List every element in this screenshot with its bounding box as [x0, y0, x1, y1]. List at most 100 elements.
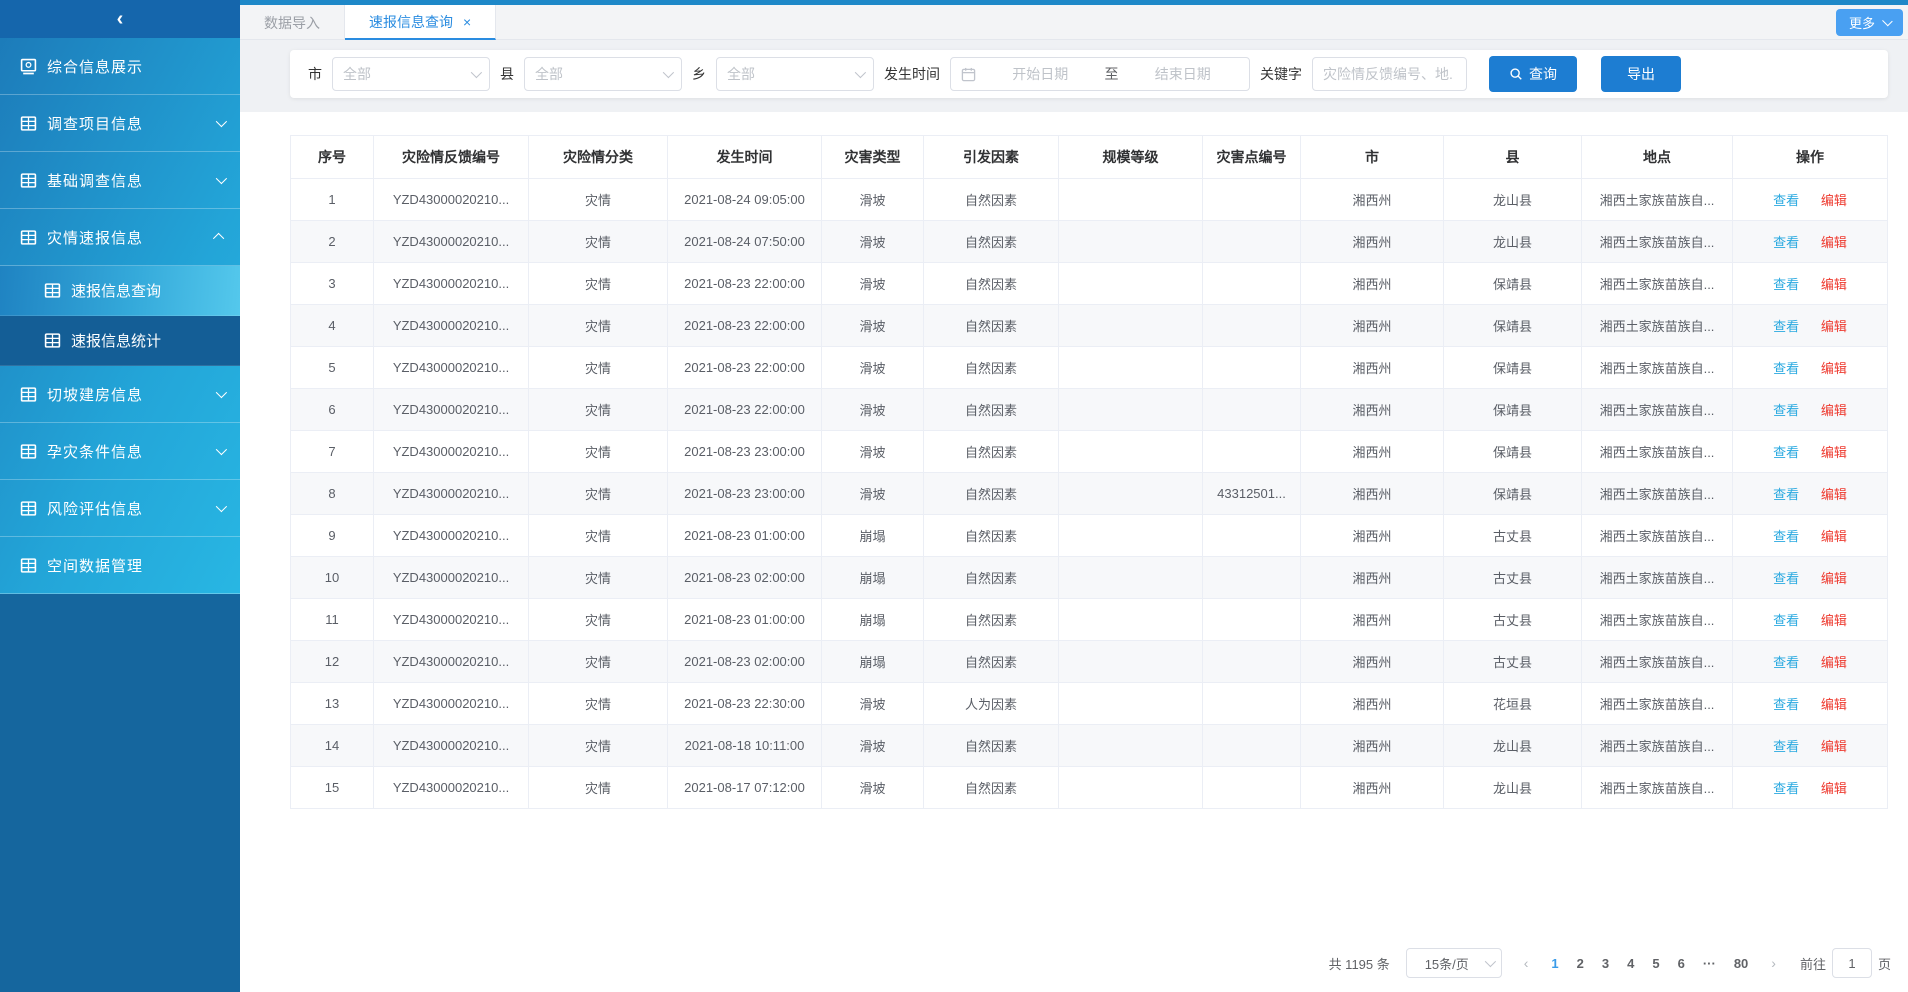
tab-data-import[interactable]: 数据导入	[240, 5, 345, 40]
cell-cause: 自然因素	[924, 725, 1059, 767]
sidebar-item-hazard-conditions[interactable]: 孕灾条件信息	[0, 423, 240, 480]
date-range-picker[interactable]: 至	[950, 57, 1250, 91]
edit-link[interactable]: 编辑	[1821, 403, 1847, 418]
sidebar-collapse-button[interactable]: ‹	[0, 0, 240, 38]
view-link[interactable]: 查看	[1773, 193, 1799, 208]
table-row: 14 YZD43000020210... 灾情 2021-08-18 10:11…	[291, 725, 1888, 767]
cell-occur-time: 2021-08-23 22:30:00	[668, 683, 822, 725]
view-link[interactable]: 查看	[1773, 361, 1799, 376]
cell-scale	[1059, 263, 1203, 305]
view-link[interactable]: 查看	[1773, 235, 1799, 250]
edit-link[interactable]: 编辑	[1821, 571, 1847, 586]
main-area: 数据导入 速报信息查询 × 更多 市 全部 县 全部 乡 全部	[240, 0, 1908, 992]
keyword-input[interactable]	[1312, 57, 1467, 91]
edit-link[interactable]: 编辑	[1821, 739, 1847, 754]
cell-occur-time: 2021-08-23 01:00:00	[668, 599, 822, 641]
cell-scale	[1059, 641, 1203, 683]
col-disaster-type: 灾害类型	[822, 136, 924, 179]
cell-cause: 自然因素	[924, 641, 1059, 683]
view-link[interactable]: 查看	[1773, 739, 1799, 754]
chevron-down-icon	[663, 67, 674, 78]
sidebar-subitem-report-stats[interactable]: 速报信息统计	[0, 316, 240, 366]
cell-county: 古丈县	[1444, 515, 1582, 557]
sidebar-item-risk-assessment[interactable]: 风险评估信息	[0, 480, 240, 537]
sidebar-item-overview[interactable]: 综合信息展示	[0, 38, 240, 95]
table-row: 1 YZD43000020210... 灾情 2021-08-24 09:05:…	[291, 179, 1888, 221]
city-select[interactable]: 全部	[332, 57, 490, 91]
edit-link[interactable]: 编辑	[1821, 529, 1847, 544]
start-date-input[interactable]	[984, 66, 1097, 82]
view-link[interactable]: 查看	[1773, 571, 1799, 586]
cell-actions: 查看 编辑	[1733, 641, 1888, 683]
page-size-select[interactable]: 15条/页	[1406, 948, 1502, 978]
edit-link[interactable]: 编辑	[1821, 613, 1847, 628]
edit-link[interactable]: 编辑	[1821, 235, 1847, 250]
town-select[interactable]: 全部	[716, 57, 874, 91]
next-page-button[interactable]: ›	[1765, 955, 1782, 971]
edit-link[interactable]: 编辑	[1821, 193, 1847, 208]
edit-link[interactable]: 编辑	[1821, 487, 1847, 502]
goto-page-input[interactable]	[1832, 948, 1872, 978]
edit-link[interactable]: 编辑	[1821, 277, 1847, 292]
view-link[interactable]: 查看	[1773, 781, 1799, 796]
edit-link[interactable]: 编辑	[1821, 361, 1847, 376]
page-button[interactable]: 2	[1568, 956, 1593, 971]
chevron-down-icon	[216, 173, 227, 184]
view-link[interactable]: 查看	[1773, 613, 1799, 628]
page-button[interactable]: 6	[1669, 956, 1694, 971]
view-link[interactable]: 查看	[1773, 655, 1799, 670]
view-link[interactable]: 查看	[1773, 697, 1799, 712]
more-button[interactable]: 更多	[1836, 9, 1903, 36]
edit-link[interactable]: 编辑	[1821, 655, 1847, 670]
sidebar-item-disaster-report[interactable]: 灾情速报信息	[0, 209, 240, 266]
cell-county: 古丈县	[1444, 557, 1582, 599]
tab-report-query[interactable]: 速报信息查询 ×	[345, 5, 496, 40]
sidebar-item-label: 灾情速报信息	[47, 227, 216, 248]
cell-point-code	[1203, 767, 1301, 809]
view-link[interactable]: 查看	[1773, 403, 1799, 418]
goto-label: 前往	[1800, 954, 1826, 973]
sidebar-subitem-report-query[interactable]: 速报信息查询	[0, 266, 240, 316]
edit-link[interactable]: 编辑	[1821, 781, 1847, 796]
view-link[interactable]: 查看	[1773, 319, 1799, 334]
table-row: 6 YZD43000020210... 灾情 2021-08-23 22:00:…	[291, 389, 1888, 431]
edit-link[interactable]: 编辑	[1821, 319, 1847, 334]
page-button[interactable]: 4	[1618, 956, 1643, 971]
cell-category: 灾情	[529, 389, 668, 431]
page-button[interactable]: 5	[1643, 956, 1668, 971]
cell-category: 灾情	[529, 641, 668, 683]
page-button[interactable]: ···	[1694, 956, 1725, 971]
sidebar-item-survey-project[interactable]: 调查项目信息	[0, 95, 240, 152]
edit-link[interactable]: 编辑	[1821, 697, 1847, 712]
content-panel: 序号 灾险情反馈编号 灾险情分类 发生时间 灾害类型 引发因素 规模等级 灾害点…	[240, 112, 1908, 992]
cell-disaster-type: 滑坡	[822, 347, 924, 389]
chevron-down-icon	[216, 116, 227, 127]
view-link[interactable]: 查看	[1773, 277, 1799, 292]
view-link[interactable]: 查看	[1773, 487, 1799, 502]
cell-disaster-type: 崩塌	[822, 641, 924, 683]
cell-city: 湘西州	[1301, 221, 1444, 263]
close-icon[interactable]: ×	[463, 14, 471, 30]
page-button[interactable]: 3	[1593, 956, 1618, 971]
page-button[interactable]: 1	[1542, 956, 1567, 971]
cell-scale	[1059, 347, 1203, 389]
cell-disaster-type: 滑坡	[822, 179, 924, 221]
prev-page-button[interactable]: ‹	[1518, 955, 1535, 971]
query-button[interactable]: 查询	[1489, 56, 1577, 92]
sidebar-item-spatial-data[interactable]: 空间数据管理	[0, 537, 240, 594]
cell-feedback-code: YZD43000020210...	[374, 221, 529, 263]
cell-city: 湘西州	[1301, 725, 1444, 767]
cell-occur-time: 2021-08-23 22:00:00	[668, 305, 822, 347]
view-link[interactable]: 查看	[1773, 529, 1799, 544]
edit-link[interactable]: 编辑	[1821, 445, 1847, 460]
view-link[interactable]: 查看	[1773, 445, 1799, 460]
page-button[interactable]: 80	[1725, 956, 1757, 971]
sidebar-item-basic-survey[interactable]: 基础调查信息	[0, 152, 240, 209]
cell-city: 湘西州	[1301, 683, 1444, 725]
end-date-input[interactable]	[1127, 66, 1240, 82]
export-button[interactable]: 导出	[1601, 56, 1681, 92]
county-select[interactable]: 全部	[524, 57, 682, 91]
sidebar-item-slope-housing[interactable]: 切坡建房信息	[0, 366, 240, 423]
cell-city: 湘西州	[1301, 557, 1444, 599]
cell-location: 湘西土家族苗族自...	[1582, 683, 1733, 725]
